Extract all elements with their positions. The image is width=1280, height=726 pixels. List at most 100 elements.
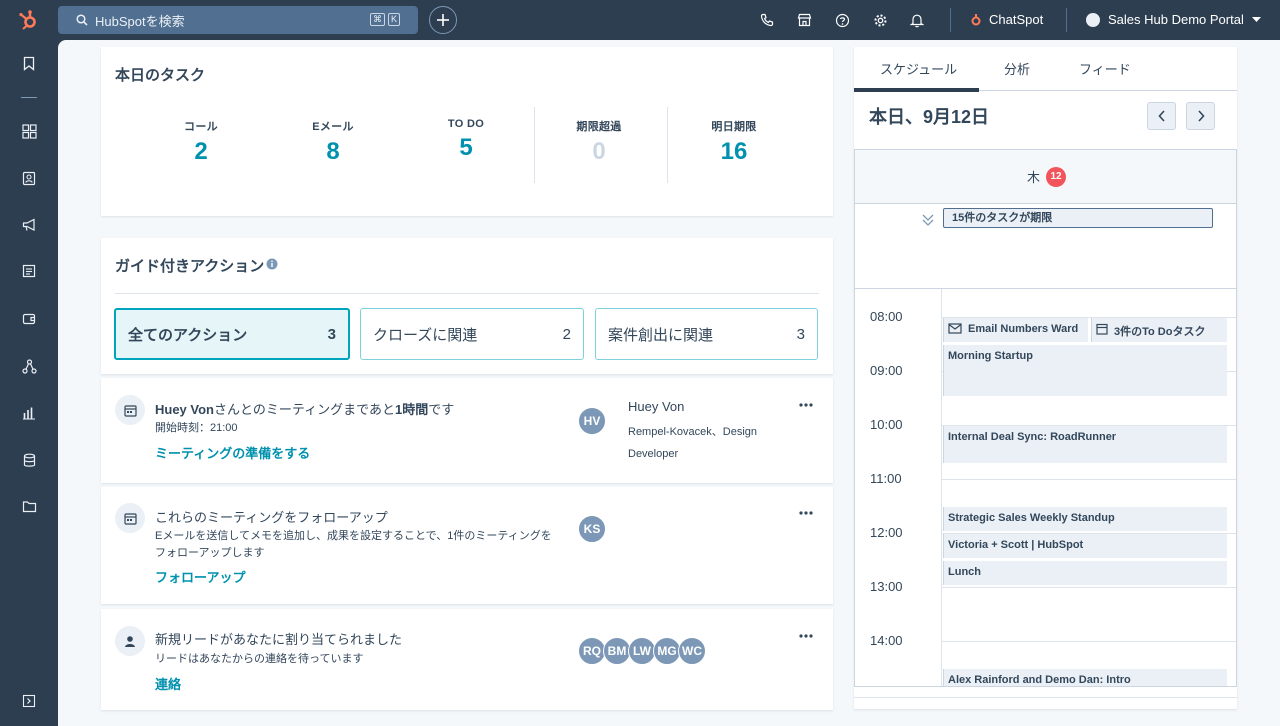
content-icon[interactable]	[20, 262, 38, 280]
filter-deal-creation[interactable]: 案件創出に関連 3	[595, 308, 818, 360]
notifications-bell-icon[interactable]	[908, 11, 926, 29]
event-label: 3件のTo Doタスク	[1114, 326, 1206, 338]
chatspot-logo-icon	[970, 13, 982, 27]
time-label: 14:00	[870, 633, 903, 648]
collapse-chevrons-icon[interactable]	[921, 213, 935, 227]
avatar[interactable]: KS	[578, 515, 606, 543]
hubspot-logo-icon[interactable]	[0, 0, 58, 40]
action-title: 新規リードがあなたに割り当てられました	[155, 632, 403, 647]
calendar-event[interactable]: 3件のTo Doタスク	[1091, 318, 1227, 342]
filter-count: 3	[327, 325, 336, 343]
tab-analytics[interactable]: 分析	[1004, 59, 1030, 78]
divider	[667, 107, 668, 183]
more-options-icon[interactable]	[797, 400, 815, 410]
avatar[interactable]: HV	[578, 407, 606, 435]
stat-label: 明日期限	[711, 121, 757, 133]
expand-sidebar-icon[interactable]	[20, 692, 38, 710]
action-title: これらのミーティングをフォローアップ	[155, 510, 388, 525]
chevron-right-icon	[1197, 110, 1205, 122]
schedule-panel: スケジュール 分析 フィード 本日、9月12日 木 12 15件のタスクが期限 …	[854, 47, 1237, 709]
stat-value: 2	[194, 138, 208, 165]
divider	[941, 289, 942, 686]
time-label: 09:00	[870, 363, 903, 378]
calendar-event[interactable]: Morning Startup	[943, 345, 1227, 396]
event-label: Alex Rainford and Demo Dan: Intro	[948, 674, 1131, 686]
create-new-button[interactable]	[429, 6, 457, 34]
stat-calls[interactable]: コール 2	[146, 118, 256, 166]
contact-company: Rempel-Kovacek、Design Developer	[628, 426, 757, 460]
day-number-badge: 12	[1046, 166, 1066, 187]
marketplace-icon[interactable]	[795, 11, 813, 29]
prepare-meeting-link[interactable]: ミーティングの準備をする	[155, 443, 310, 462]
action-subtitle: 開始時刻：21:00	[155, 422, 238, 434]
time-label: 12:00	[870, 525, 903, 540]
library-folder-icon[interactable]	[20, 497, 38, 515]
more-options-icon[interactable]	[797, 631, 815, 641]
info-icon[interactable]	[266, 258, 278, 270]
todays-tasks-card: 本日のタスク コール 2 Eメール 8 TO DO 5 期限超過 0 明日期限 16	[101, 47, 833, 216]
tasks-due-banner[interactable]: 15件のタスクが期限	[943, 208, 1213, 228]
contact-link[interactable]: 連絡	[155, 674, 181, 693]
stat-todo[interactable]: TO DO 5	[411, 118, 521, 162]
tab-feed[interactable]: フィード	[1079, 59, 1131, 78]
event-label: Victoria + Scott | HubSpot	[948, 539, 1084, 551]
stat-label: 期限超過	[576, 121, 622, 133]
active-tab-indicator	[854, 88, 979, 92]
avatar[interactable]: BM	[603, 637, 631, 665]
bookmark-icon[interactable]	[20, 54, 38, 72]
more-options-icon[interactable]	[797, 508, 815, 518]
avatar[interactable]: MG	[653, 637, 681, 665]
phone-icon[interactable]	[758, 11, 776, 29]
contact-name[interactable]: Huey Von	[628, 399, 684, 414]
data-management-icon[interactable]	[20, 451, 38, 469]
follow-up-link[interactable]: フォローアップ	[155, 567, 245, 586]
calendar-event[interactable]: Strategic Sales Weekly Standup	[943, 507, 1227, 531]
reports-chart-icon[interactable]	[20, 404, 38, 422]
calendar-icon	[115, 503, 145, 533]
time-label: 10:00	[870, 417, 903, 432]
divider	[115, 293, 819, 294]
stat-emails[interactable]: Eメール 8	[278, 118, 388, 166]
help-icon[interactable]	[833, 11, 851, 29]
previous-day-button[interactable]	[1147, 102, 1176, 130]
commerce-wallet-icon[interactable]	[20, 310, 38, 328]
marketing-megaphone-icon[interactable]	[20, 216, 38, 234]
stat-overdue[interactable]: 期限超過 0	[544, 118, 654, 166]
dashboard-grid-icon[interactable]	[20, 122, 38, 140]
card-title: ガイド付きアクション	[115, 258, 265, 275]
stat-value: 16	[720, 138, 748, 165]
mail-icon	[948, 323, 962, 334]
calendar-event[interactable]: Lunch	[943, 561, 1227, 585]
next-day-button[interactable]	[1186, 102, 1215, 130]
avatar[interactable]: LW	[628, 637, 656, 665]
calendar-event[interactable]: Alex Rainford and Demo Dan: Intro	[943, 669, 1227, 686]
filter-all-actions[interactable]: 全てのアクション 3	[114, 308, 350, 360]
filter-closing[interactable]: クローズに関連 2	[360, 308, 584, 360]
account-menu[interactable]: Sales Hub Demo Portal	[1086, 12, 1261, 27]
person-icon	[115, 626, 145, 656]
search-input[interactable]: HubSpotを検索 ⌘ K	[58, 6, 418, 34]
calendar-icon	[1096, 323, 1108, 335]
calendar-view: 木 12 15件のタスクが期限 08:00 09:00 10:00 11:00 …	[854, 149, 1237, 687]
filter-count: 3	[796, 325, 805, 343]
contacts-icon[interactable]	[20, 169, 38, 187]
tab-schedule[interactable]: スケジュール	[880, 59, 957, 78]
automation-icon[interactable]	[20, 357, 38, 375]
divider	[1066, 8, 1067, 32]
chevron-down-icon	[1251, 16, 1261, 23]
timeline: 08:00 09:00 10:00 11:00 12:00 13:00 14:0…	[855, 289, 1236, 686]
settings-gear-icon[interactable]	[871, 11, 889, 29]
calendar-event[interactable]: Email Numbers Ward	[943, 318, 1088, 342]
action-card-meeting-prep: Huey Vonさんとのミーティングまであと1時間です 開始時刻：21:00 ミ…	[101, 378, 833, 483]
filter-label: 案件創出に関連	[608, 326, 714, 344]
search-placeholder: HubSpotを検索	[95, 13, 185, 29]
chatspot-button[interactable]: ChatSpot	[970, 12, 1043, 27]
calendar-event[interactable]: Internal Deal Sync: RoadRunner	[943, 426, 1227, 463]
title-text: さんとのミーティングまであと	[214, 402, 395, 417]
stat-due-tomorrow[interactable]: 明日期限 16	[679, 118, 789, 166]
schedule-date: 本日、9月12日	[869, 107, 990, 127]
calendar-event[interactable]: Victoria + Scott | HubSpot	[943, 534, 1227, 558]
avatar[interactable]: WC	[678, 637, 706, 665]
event-label: Strategic Sales Weekly Standup	[948, 512, 1115, 524]
avatar[interactable]: RQ	[578, 637, 606, 665]
